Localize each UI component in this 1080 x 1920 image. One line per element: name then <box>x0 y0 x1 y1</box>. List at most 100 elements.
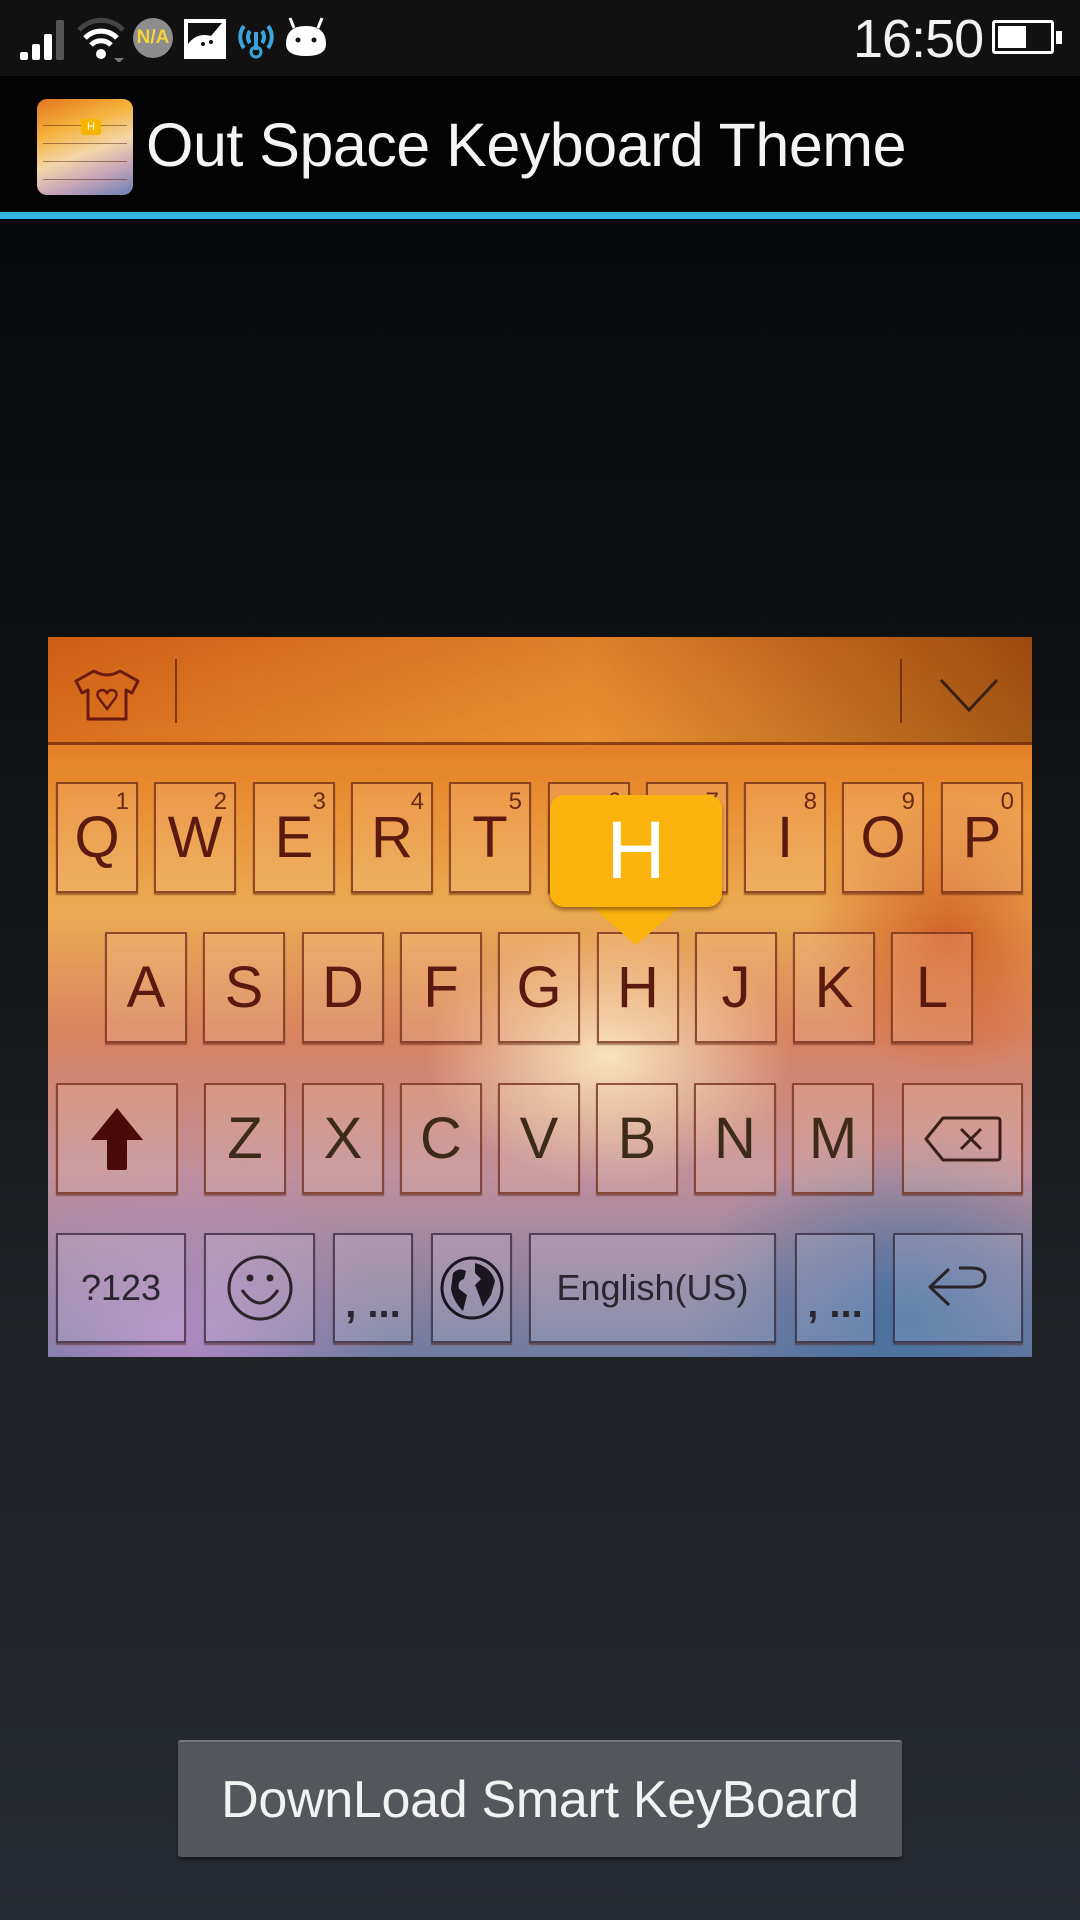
symbols-key[interactable]: ?123 <box>56 1233 186 1343</box>
smiley-icon <box>227 1255 292 1321</box>
key-d[interactable]: D <box>302 932 384 1043</box>
hotspot-icon <box>238 24 274 59</box>
key-label: , ... <box>345 1282 401 1326</box>
key-label: Q <box>74 805 120 870</box>
shift-arrow-icon <box>91 1107 143 1170</box>
android-screenshot-icon <box>184 19 226 59</box>
key-e[interactable]: E3 <box>253 782 335 893</box>
battery-level <box>998 26 1026 48</box>
key-label: D <box>322 955 364 1020</box>
app-bar: H Out Space Keyboard Theme <box>0 76 1080 212</box>
clock: 16:50 <box>853 9 984 69</box>
key-b[interactable]: B <box>596 1083 678 1194</box>
key-number-hint: 0 <box>1000 788 1014 815</box>
chevron-down-icon[interactable] <box>938 677 1000 713</box>
key-r[interactable]: R4 <box>351 782 433 893</box>
key-label: L <box>915 955 949 1020</box>
key-label: E <box>274 805 314 870</box>
key-number-hint: 2 <box>213 788 227 815</box>
key-label: X <box>323 1106 363 1171</box>
android-robot-icon <box>286 17 326 56</box>
key-k[interactable]: K <box>793 932 875 1043</box>
key-number-hint: 3 <box>312 788 326 815</box>
download-smart-keyboard-button[interactable]: DownLoad Smart KeyBoard <box>178 1740 902 1857</box>
comma-key[interactable]: , ... <box>333 1233 413 1343</box>
key-label: ?123 <box>80 1267 162 1308</box>
na-badge-icon: N/A <box>133 18 173 58</box>
key-label: R <box>371 805 413 870</box>
key-x[interactable]: X <box>302 1083 384 1194</box>
key-w[interactable]: W2 <box>154 782 236 893</box>
key-label: B <box>617 1106 657 1171</box>
key-o[interactable]: O9 <box>842 782 924 893</box>
key-number-hint: 4 <box>410 788 424 815</box>
language-switch-key[interactable] <box>431 1233 512 1343</box>
key-number-hint: 5 <box>508 788 522 815</box>
key-label: Z <box>227 1106 263 1171</box>
key-label: A <box>126 955 166 1020</box>
enter-return-icon <box>928 1266 987 1307</box>
key-m[interactable]: M <box>792 1083 874 1194</box>
signal-icon <box>20 20 64 60</box>
key-popup-tail <box>590 905 682 945</box>
key-h[interactable]: H <box>597 932 679 1043</box>
battery-icon <box>992 20 1062 54</box>
status-bar: N/A 16:50 <box>0 0 1080 76</box>
toolbar-divider <box>175 659 177 723</box>
tshirt-heart-icon[interactable] <box>72 667 142 723</box>
key-s[interactable]: S <box>203 932 285 1043</box>
key-j[interactable]: J <box>695 932 777 1043</box>
key-label: J <box>721 955 751 1020</box>
key-g[interactable]: G <box>498 932 580 1043</box>
key-number-hint: 8 <box>803 788 817 815</box>
key-number-hint: 9 <box>901 788 915 815</box>
key-label: K <box>814 955 854 1020</box>
app-title: Out Space Keyboard Theme <box>146 111 907 179</box>
key-press-popup: H <box>550 795 722 907</box>
space-key[interactable]: English(US) <box>529 1233 776 1343</box>
key-label: F <box>423 955 459 1020</box>
icon-popup: H <box>81 119 101 135</box>
key-number-hint: 1 <box>115 788 129 815</box>
icon-key-row <box>43 161 127 176</box>
key-label: S <box>224 955 264 1020</box>
key-label: C <box>420 1106 462 1171</box>
keyboard-theme-preview: Q1W2E3R4T5Y6U7I8O9P0 ASDFGHJKL ZXCVBNM ?… <box>48 637 1032 1357</box>
backspace-icon <box>924 1116 1001 1161</box>
enter-key[interactable] <box>893 1233 1023 1343</box>
key-label: T <box>472 805 508 870</box>
comma-key-2[interactable]: , ... <box>795 1233 875 1343</box>
key-n[interactable]: N <box>694 1083 776 1194</box>
key-label: N <box>714 1106 756 1171</box>
key-v[interactable]: V <box>498 1083 580 1194</box>
keyboard-toolbar <box>48 637 1032 745</box>
key-c[interactable]: C <box>400 1083 482 1194</box>
key-f[interactable]: F <box>400 932 482 1043</box>
icon-key-row <box>43 143 127 158</box>
battery-nub <box>1056 31 1062 44</box>
key-a[interactable]: A <box>105 932 187 1043</box>
shift-key[interactable] <box>56 1083 178 1194</box>
icon-key-row <box>43 179 127 194</box>
key-t[interactable]: T5 <box>449 782 531 893</box>
key-label: M <box>808 1106 858 1171</box>
key-label: English(US) <box>556 1267 749 1308</box>
toolbar-divider <box>900 659 902 723</box>
key-i[interactable]: I8 <box>744 782 826 893</box>
key-q[interactable]: Q1 <box>56 782 138 893</box>
key-z[interactable]: Z <box>204 1083 286 1194</box>
wifi-icon <box>77 17 125 62</box>
keyboard-theme-app-icon: H <box>37 99 133 195</box>
globe-icon <box>440 1256 503 1320</box>
backspace-key[interactable] <box>902 1083 1023 1194</box>
key-p[interactable]: P0 <box>941 782 1023 893</box>
key-label: G <box>516 955 562 1020</box>
key-label: O <box>860 805 906 870</box>
key-label: V <box>519 1106 559 1171</box>
key-label: I <box>776 805 794 870</box>
key-l[interactable]: L <box>891 932 973 1043</box>
emoji-key[interactable] <box>204 1233 315 1343</box>
app-bar-divider <box>0 212 1080 219</box>
key-label: H <box>617 955 659 1020</box>
key-label: P <box>962 805 1002 870</box>
